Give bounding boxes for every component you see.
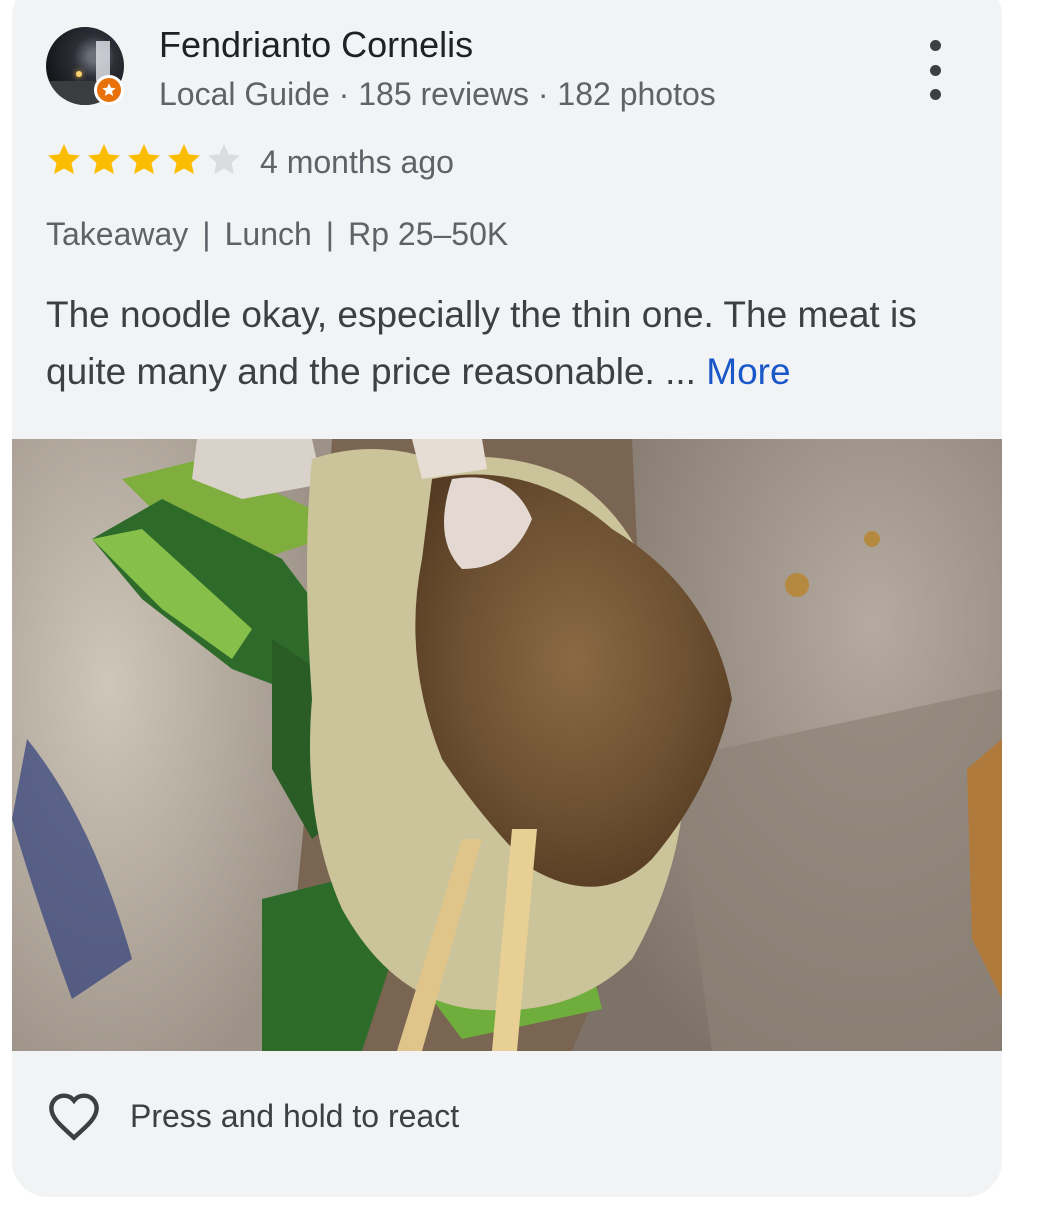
reviewer-meta: Local Guide · 185 reviews · 182 photos — [159, 76, 716, 112]
review-text: The noodle okay, especially the thin one… — [46, 286, 986, 400]
review-tags: Takeaway | Lunch | Rp 25–50K — [46, 216, 508, 253]
reviewer-avatar[interactable] — [46, 27, 124, 105]
more-options-button[interactable] — [917, 40, 953, 100]
tag-service: Takeaway — [46, 216, 189, 252]
tag-separator: | — [202, 216, 211, 252]
star-rating — [44, 140, 244, 180]
local-guide-badge-icon — [94, 75, 124, 105]
star-filled-icon — [168, 144, 200, 174]
more-vert-dot — [929, 64, 941, 76]
more-vert-dot — [929, 89, 941, 100]
react-label: Press and hold to react — [130, 1097, 460, 1134]
tag-price: Rp 25–50K — [348, 216, 509, 252]
heart-outline-icon — [49, 1093, 99, 1141]
react-button[interactable]: Press and hold to react — [46, 1090, 459, 1142]
review-card: Fendrianto Cornelis Local Guide · 185 re… — [12, 0, 1002, 1197]
food-photo — [12, 439, 1002, 1051]
review-photo[interactable] — [12, 439, 1002, 1051]
star-filled-icon — [88, 144, 120, 174]
more-vert-icon — [929, 40, 941, 51]
review-time: 4 months ago — [260, 144, 454, 180]
reviewer-name[interactable]: Fendrianto Cornelis — [159, 24, 473, 66]
star-filled-icon — [48, 144, 80, 174]
more-link[interactable]: More — [706, 351, 790, 392]
star-icon — [102, 83, 116, 96]
star-filled-icon — [128, 144, 160, 174]
star-empty-icon — [208, 144, 240, 174]
tag-meal: Lunch — [224, 216, 312, 252]
tag-separator: | — [325, 216, 335, 252]
